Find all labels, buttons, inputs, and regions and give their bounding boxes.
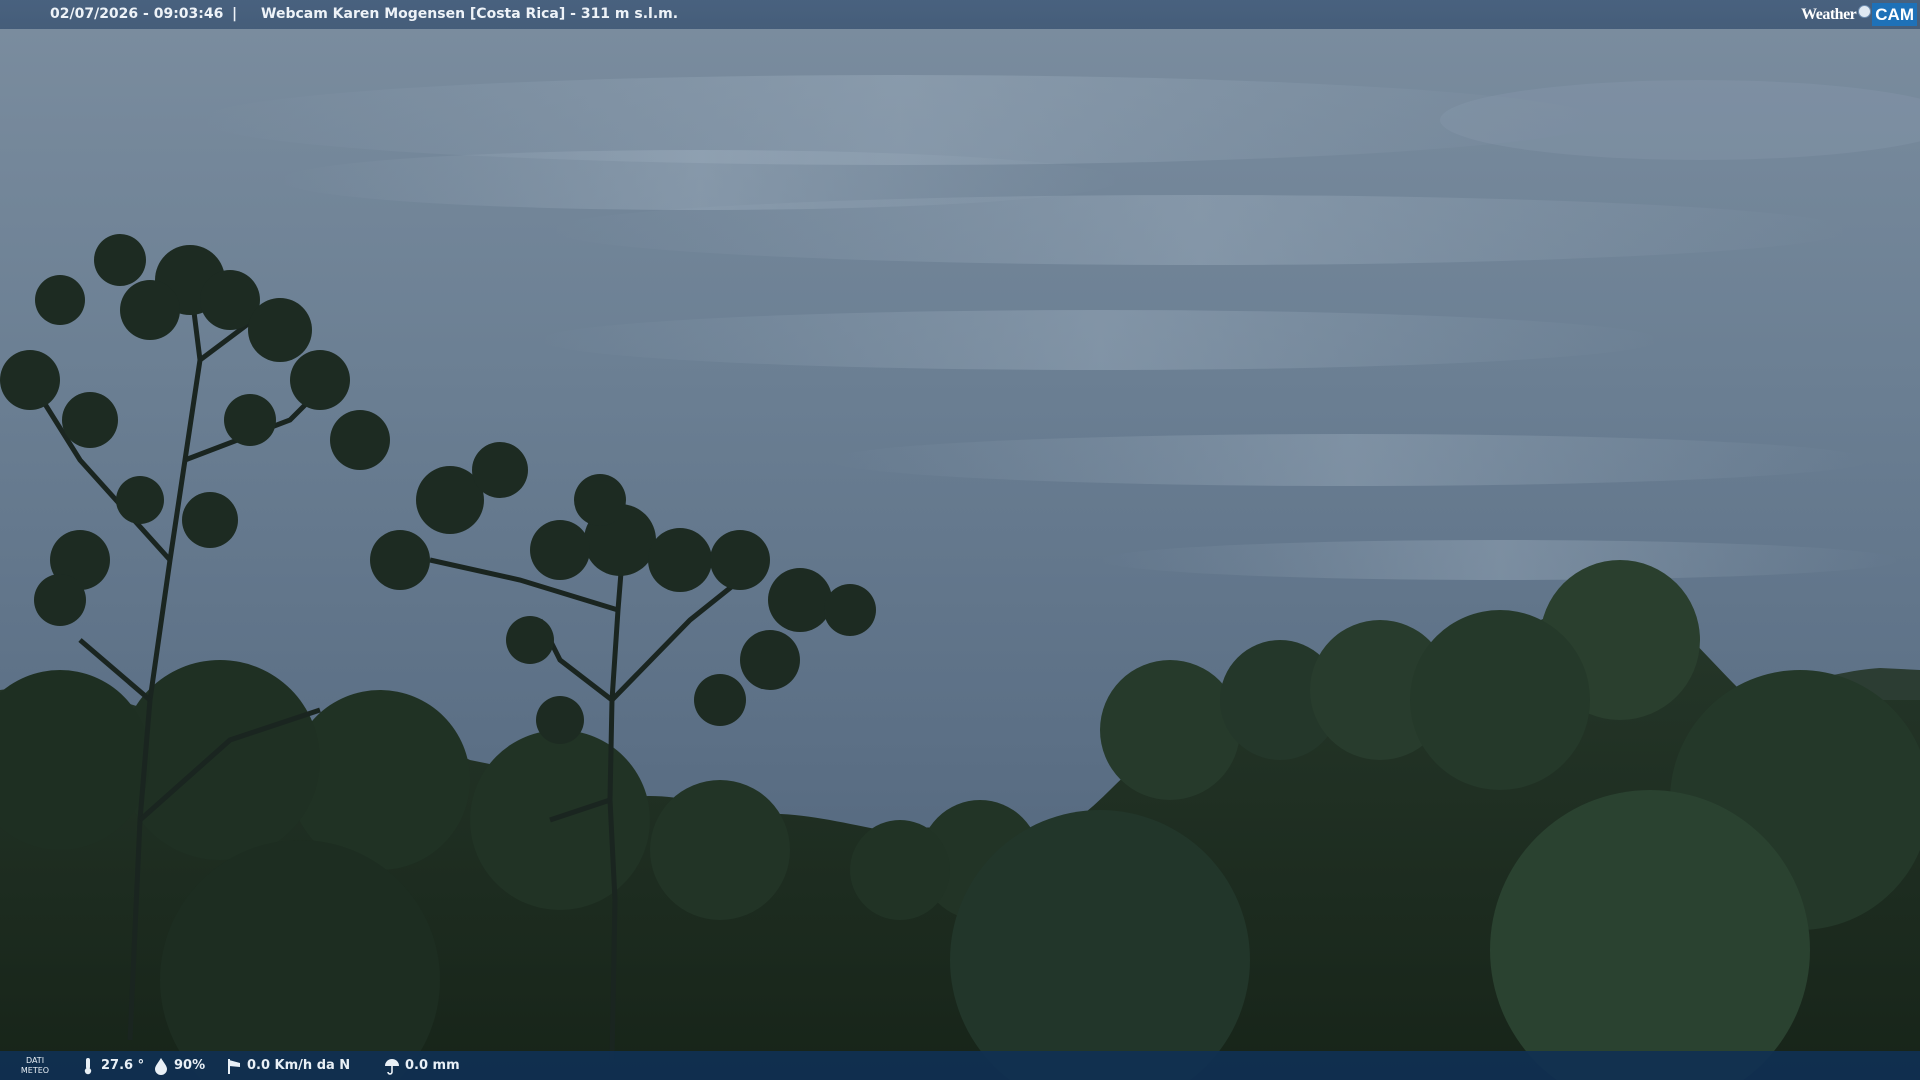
webcam-title: Webcam Karen Mogensen [Costa Rica] - 311… <box>261 6 679 22</box>
wind-value: 0.0 Km/h da N <box>247 1058 351 1073</box>
rain-umbrella-icon <box>385 1058 399 1075</box>
logo-dot-icon <box>1858 5 1872 18</box>
thermometer-icon <box>84 1057 92 1074</box>
temperature-reading: 27.6 ° <box>80 1051 144 1080</box>
humidity-reading: 90% <box>153 1051 205 1080</box>
timestamp: 02/07/2026 - 09:03:46 <box>50 6 224 22</box>
webcam-image <box>0 0 1920 1080</box>
wind-sock-icon <box>228 1058 240 1074</box>
temperature-value: 27.6 ° <box>101 1058 145 1073</box>
logo-cam: CAM <box>1872 3 1917 26</box>
weather-data-label: DATI METEO <box>20 1055 50 1075</box>
wind-reading: 0.0 Km/h da N <box>226 1051 350 1080</box>
header-bar: 02/07/2026 - 09:03:46 | Webcam Karen Mog… <box>0 0 1920 29</box>
humidity-value: 90% <box>174 1058 206 1073</box>
header-separator: | <box>232 6 238 22</box>
weathercam-logo[interactable]: Weather CAM <box>1801 2 1917 27</box>
weather-data-bar: DATI METEO 27.6 ° 90% 0.0 Km/h da N 0.0 … <box>0 1051 1920 1080</box>
rain-reading: 0.0 mm <box>384 1051 460 1080</box>
humidity-drop-icon <box>155 1057 167 1075</box>
logo-word: Weather <box>1801 6 1857 23</box>
rain-value: 0.0 mm <box>405 1058 460 1073</box>
